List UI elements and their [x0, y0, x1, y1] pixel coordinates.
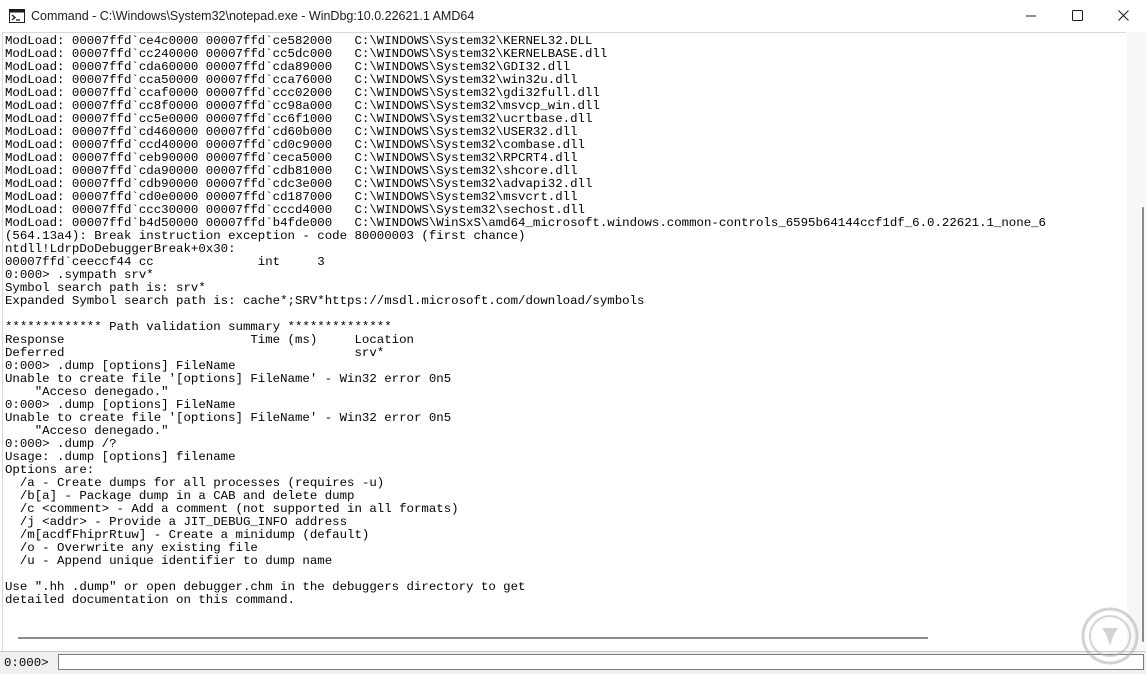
close-icon — [1117, 10, 1129, 21]
maximize-icon — [1071, 10, 1083, 21]
output-line: ModLoad: 00007ffd`cc5e0000 00007ffd`cc6f… — [5, 112, 593, 126]
output-line: (564.13a4): Break instruction exception … — [5, 229, 526, 243]
output-line: ModLoad: 00007ffd`ccaf0000 00007ffd`ccc0… — [5, 86, 600, 100]
output-line: /b[a] - Package dump in a CAB and delete… — [5, 489, 355, 503]
command-prompt: 0:000> — [4, 656, 49, 670]
output-line: ModLoad: 00007ffd`ccd40000 00007ffd`cd0c… — [5, 138, 585, 152]
vertical-scroll-thumb[interactable] — [1142, 207, 1144, 642]
command-input[interactable] — [58, 654, 1144, 670]
watermark-logo-icon — [1081, 607, 1139, 665]
vertical-scrollbar[interactable] — [1127, 32, 1146, 650]
horizontal-scroll-thumb[interactable] — [18, 637, 928, 639]
output-line: /c <comment> - Add a comment (not suppor… — [5, 502, 459, 516]
output-line: ModLoad: 00007ffd`ceb90000 00007ffd`ceca… — [5, 151, 578, 165]
output-line: ModLoad: 00007ffd`cd460000 00007ffd`cd60… — [5, 125, 578, 139]
window-title: Command - C:\Windows\System32\notepad.ex… — [31, 8, 475, 23]
output-line: 0:000> .dump [options] FileName — [5, 359, 236, 373]
output-line: detailed documentation on this command. — [5, 593, 295, 607]
output-line: Symbol search path is: srv* — [5, 281, 206, 295]
output-line: 0:000> .dump /? — [5, 437, 117, 451]
output-line: ModLoad: 00007ffd`cda90000 00007ffd`cdb8… — [5, 164, 578, 178]
close-button[interactable] — [1100, 0, 1146, 31]
output-line: /a - Create dumps for all processes (req… — [5, 476, 385, 490]
output-line: /o - Overwrite any existing file — [5, 541, 258, 555]
output-line: /j <addr> - Provide a JIT_DEBUG_INFO add… — [5, 515, 348, 529]
output-line: 0:000> .sympath srv* — [5, 268, 154, 282]
output-line: Deferred srv* — [5, 346, 385, 360]
output-line: ModLoad: 00007ffd`cda60000 00007ffd`cda8… — [5, 60, 571, 74]
output-line: Usage: .dump [options] filename — [5, 450, 236, 464]
output-line: ModLoad: 00007ffd`cd0e0000 00007ffd`cd18… — [5, 190, 578, 204]
output-line: Options are: — [5, 463, 95, 477]
output-line: ModLoad: 00007ffd`cc240000 00007ffd`cc5d… — [5, 47, 608, 61]
output-line: "Acceso denegado." — [5, 385, 169, 399]
command-bar: 0:000> — [0, 651, 1146, 674]
output-line: ModLoad: 00007ffd`ccc30000 00007ffd`cccd… — [5, 203, 585, 217]
output-line: ModLoad: 00007ffd`cdb90000 00007ffd`cdc3… — [5, 177, 593, 191]
output-line: ntdll!LdrpDoDebuggerBreak+0x30: — [5, 242, 236, 256]
output-line: /u - Append unique identifier to dump na… — [5, 554, 333, 568]
output-line: Unable to create file '[options] FileNam… — [5, 411, 452, 425]
output-line: ModLoad: 00007ffd`cc8f0000 00007ffd`cc98… — [5, 99, 600, 113]
caption-buttons — [1008, 0, 1146, 31]
output-line: "Acceso denegado." — [5, 424, 169, 438]
output-line: /m[acdfFhiprRtuw] - Create a minidump (d… — [5, 528, 370, 542]
output-line: Use ".hh .dump" or open debugger.chm in … — [5, 580, 526, 594]
output-line: Response Time (ms) Location — [5, 333, 414, 347]
output-line: ModLoad: 00007ffd`cca50000 00007ffd`cca7… — [5, 73, 578, 87]
output-line: 0:000> .dump [options] FileName — [5, 398, 236, 412]
windbg-app-icon — [9, 8, 25, 24]
output-line: Unable to create file '[options] FileNam… — [5, 372, 452, 386]
output-line: ModLoad: 00007ffd`b4d50000 00007ffd`b4fd… — [5, 216, 1046, 230]
maximize-button[interactable] — [1054, 0, 1100, 31]
title-bar: Command - C:\Windows\System32\notepad.ex… — [0, 0, 1146, 31]
output-line: Expanded Symbol search path is: cache*;S… — [5, 294, 645, 308]
command-output-text: ModLoad: 00007ffd`ce4c0000 00007ffd`ce58… — [3, 33, 1126, 607]
output-line: ModLoad: 00007ffd`ce4c0000 00007ffd`ce58… — [5, 34, 593, 48]
minimize-button[interactable] — [1008, 0, 1054, 31]
minimize-icon — [1026, 15, 1036, 16]
output-line: 00007ffd`ceeccf44 cc int 3 — [5, 255, 325, 269]
output-line: ************* Path validation summary **… — [5, 320, 392, 334]
command-output-pane[interactable]: ModLoad: 00007ffd`ce4c0000 00007ffd`ce58… — [2, 32, 1126, 651]
